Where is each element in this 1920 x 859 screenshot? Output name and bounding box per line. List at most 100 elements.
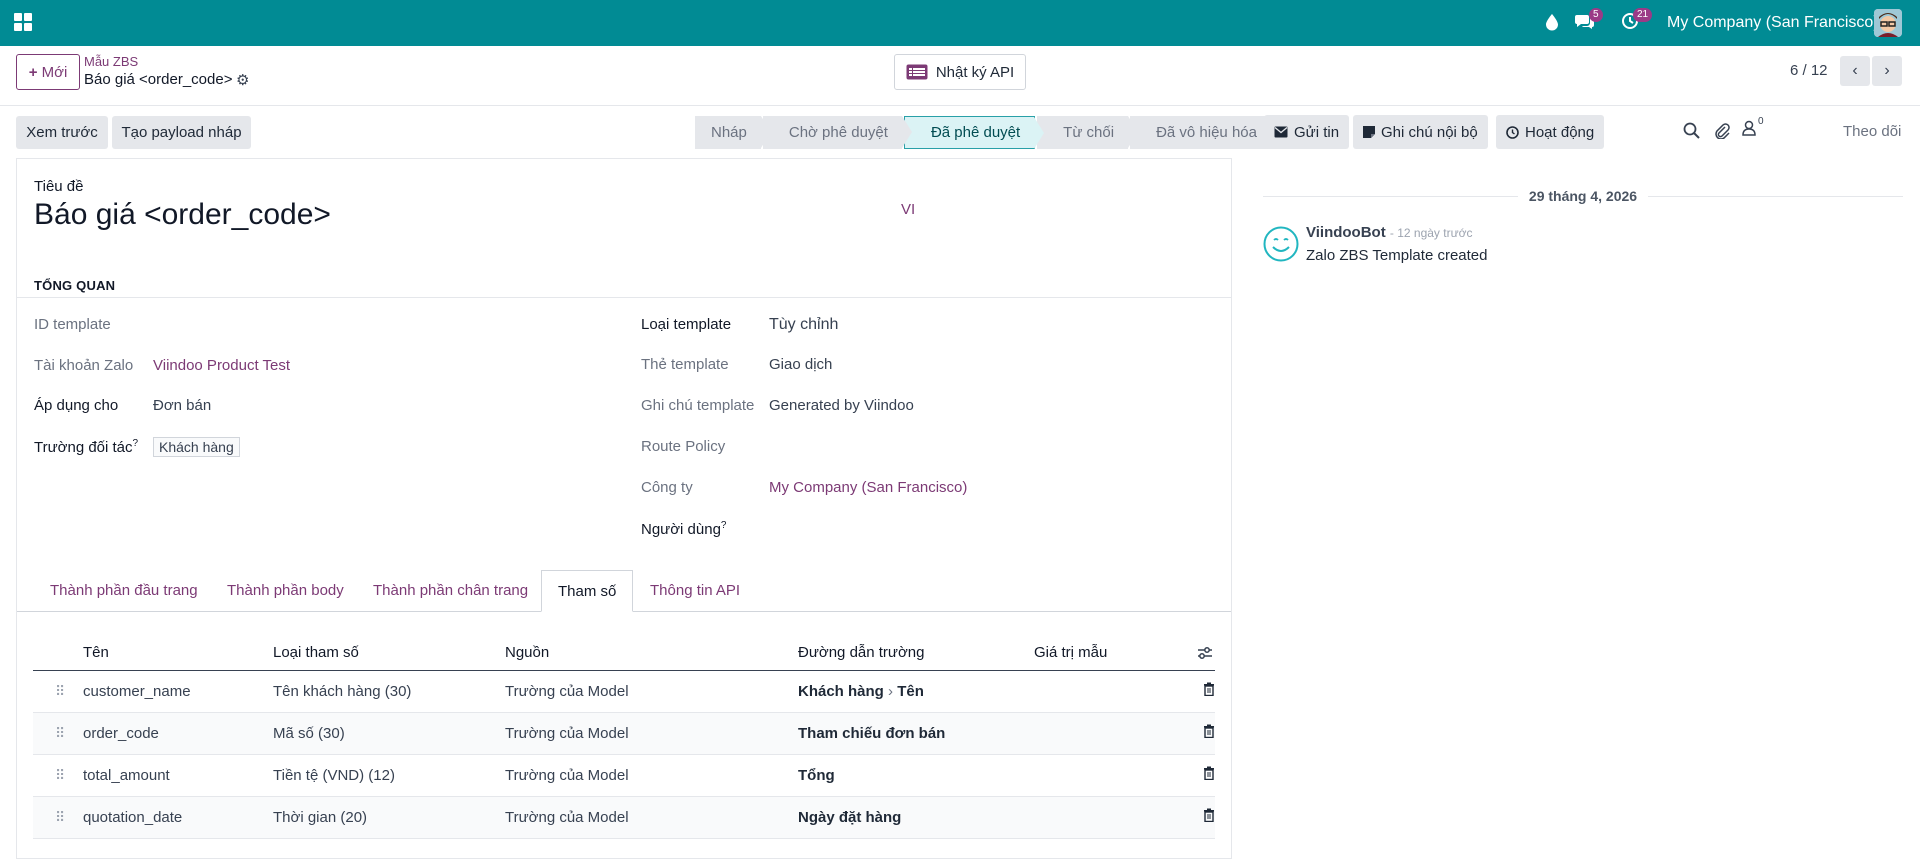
- table-row[interactable]: ⠿ total_amount Tiền tệ (VND) (12) Trường…: [33, 755, 1215, 797]
- new-button-label: Mới: [41, 63, 68, 81]
- stage-draft[interactable]: Nháp: [695, 116, 771, 149]
- title-field[interactable]: Báo giá <order_code>: [34, 198, 331, 232]
- path-separator-icon: ›: [888, 683, 894, 700]
- chevron-left-icon: ‹: [1852, 62, 1858, 79]
- api-log-label: Nhật ký API: [935, 63, 1015, 81]
- send-message-button[interactable]: Gửi tin: [1264, 115, 1350, 149]
- activities-badge: 21: [1633, 8, 1653, 22]
- control-panel: + Mới Mẫu ZBS Báo giá <order_code> ⚙ Nhậ…: [0, 46, 1920, 106]
- user-avatar[interactable]: [1874, 9, 1902, 37]
- drag-handle-icon[interactable]: ⠿: [55, 725, 65, 742]
- cell-field-path: Ngày đặt hàng: [798, 809, 902, 826]
- activities-menu[interactable]: 21: [1621, 8, 1653, 34]
- drag-handle-icon[interactable]: ⠿: [55, 767, 65, 784]
- stage-label: Nháp: [711, 124, 747, 141]
- status-bar: Nháp Chờ phê duyệt Đã phê duyệt Từ chối …: [695, 116, 1273, 149]
- pager-previous-button[interactable]: ‹: [1840, 56, 1870, 86]
- company-switcher[interactable]: My Company (San Francisco): [1667, 14, 1879, 32]
- droplet-icon[interactable]: [1544, 13, 1560, 31]
- field-template-note[interactable]: Generated by Viindoo: [769, 397, 914, 414]
- followers-count: 0: [1758, 116, 1764, 127]
- drag-handle-icon[interactable]: ⠿: [55, 683, 65, 700]
- field-company[interactable]: My Company (San Francisco): [769, 479, 967, 496]
- cell-param-type: Thời gian (20): [273, 809, 368, 826]
- search-icon[interactable]: [1683, 122, 1700, 139]
- preview-button[interactable]: Xem trước: [16, 116, 108, 149]
- cell-param-type: Tên khách hàng (30): [273, 683, 412, 700]
- column-settings-icon[interactable]: [1197, 646, 1213, 660]
- new-record-button[interactable]: + Mới: [16, 54, 80, 90]
- table-row[interactable]: ⠿ order_code Mã số (30) Trường của Model…: [33, 713, 1215, 755]
- followers-button[interactable]: 0: [1742, 116, 1764, 140]
- cell-param-type: Tiền tệ (VND) (12): [273, 767, 395, 784]
- message-author: ViindooBot - 12 ngày trước: [1306, 224, 1473, 241]
- column-header-field-path[interactable]: Đường dẫn trường: [798, 644, 924, 661]
- pager-value[interactable]: 6 / 12: [1790, 62, 1828, 79]
- field-label-template-id: ID template: [34, 316, 111, 333]
- activities-button[interactable]: Hoạt động: [1496, 115, 1605, 149]
- stage-label: Chờ phê duyệt: [788, 124, 888, 141]
- field-apply-for[interactable]: Đơn bán: [153, 397, 211, 414]
- field-path-part: Khách hàng: [798, 683, 884, 700]
- field-label-users: Người dùng?: [641, 520, 726, 538]
- help-tooltip-icon[interactable]: ?: [133, 438, 139, 449]
- trash-icon[interactable]: [1203, 808, 1215, 822]
- apps-menu-icon[interactable]: [14, 13, 32, 31]
- cell-name: total_amount: [83, 767, 170, 784]
- drag-handle-icon[interactable]: ⠿: [55, 809, 65, 826]
- partner-field-tag[interactable]: Khách hàng: [153, 437, 240, 457]
- messages-badge: 5: [1589, 8, 1603, 22]
- stage-rejected[interactable]: Từ chối: [1037, 116, 1138, 149]
- field-label-company: Công ty: [641, 479, 693, 496]
- column-header-name[interactable]: Tên: [83, 644, 109, 661]
- pager-next-button[interactable]: ›: [1872, 56, 1902, 86]
- section-divider: [17, 297, 1231, 298]
- field-label-zalo-account: Tài khoản Zalo: [34, 357, 134, 374]
- log-note-button[interactable]: Ghi chú nội bộ: [1353, 115, 1488, 149]
- gear-icon[interactable]: ⚙: [236, 71, 249, 89]
- trash-icon[interactable]: [1203, 766, 1215, 780]
- field-template-tag[interactable]: Giao dịch: [769, 356, 832, 373]
- cell-source: Trường của Model: [505, 683, 629, 700]
- stage-disabled[interactable]: Đã vô hiệu hóa: [1130, 116, 1271, 149]
- create-draft-payload-button[interactable]: Tạo payload nháp: [112, 116, 251, 149]
- tab-parameters[interactable]: Tham số: [541, 570, 634, 612]
- field-label-template-type: Loại template: [641, 316, 732, 333]
- follow-button[interactable]: Theo dõi: [1843, 123, 1901, 140]
- field-template-type[interactable]: Tùy chỉnh: [769, 316, 838, 334]
- log-note-label: Ghi chú nội bộ: [1381, 123, 1478, 141]
- message-time: - 12 ngày trước: [1389, 226, 1473, 240]
- trash-icon[interactable]: [1203, 682, 1215, 696]
- author-name[interactable]: ViindooBot: [1306, 224, 1386, 241]
- tab-api-info[interactable]: Thông tin API: [650, 570, 740, 612]
- trash-icon[interactable]: [1203, 724, 1215, 738]
- column-header-sample-value[interactable]: Giá trị mẫu: [1034, 644, 1107, 661]
- table-row[interactable]: ⠿ quotation_date Thời gian (20) Trường c…: [33, 797, 1215, 839]
- column-header-source[interactable]: Nguồn: [505, 644, 549, 661]
- language-button[interactable]: VI: [901, 201, 915, 218]
- tab-header-components[interactable]: Thành phần đầu trang: [50, 570, 198, 612]
- stage-pending-approval[interactable]: Chờ phê duyệt: [762, 116, 913, 149]
- envelope-icon: [1274, 126, 1288, 138]
- messages-menu[interactable]: 5: [1575, 8, 1603, 34]
- cell-source: Trường của Model: [505, 809, 629, 826]
- field-label-apply-for: Áp dụng cho: [34, 397, 119, 414]
- stage-label: Đã vô hiệu hóa: [1156, 124, 1257, 141]
- cell-name: customer_name: [83, 683, 191, 700]
- tab-body-components[interactable]: Thành phần body: [227, 570, 344, 612]
- activities-label: Hoạt động: [1525, 123, 1595, 141]
- help-tooltip-icon[interactable]: ?: [721, 520, 727, 531]
- column-header-param-type[interactable]: Loại tham số: [273, 644, 359, 661]
- title-label: Tiêu đề: [34, 178, 84, 195]
- breadcrumb-parent-link[interactable]: Mẫu ZBS: [84, 54, 138, 69]
- stage-approved[interactable]: Đã phê duyệt: [903, 116, 1045, 149]
- tab-footer-components[interactable]: Thành phần chân trang: [373, 570, 528, 612]
- sticky-note-icon: [1363, 126, 1375, 138]
- partner-field-label-text: Trường đối tác: [34, 439, 133, 456]
- cell-field-path: Tổng: [798, 767, 835, 784]
- api-log-button[interactable]: Nhật ký API: [894, 54, 1026, 90]
- field-zalo-account[interactable]: Viindoo Product Test: [153, 357, 290, 374]
- paperclip-icon[interactable]: [1713, 122, 1730, 139]
- cell-field-path: Tham chiếu đơn bán: [798, 725, 946, 742]
- table-row[interactable]: ⠿ customer_name Tên khách hàng (30) Trườ…: [33, 671, 1215, 713]
